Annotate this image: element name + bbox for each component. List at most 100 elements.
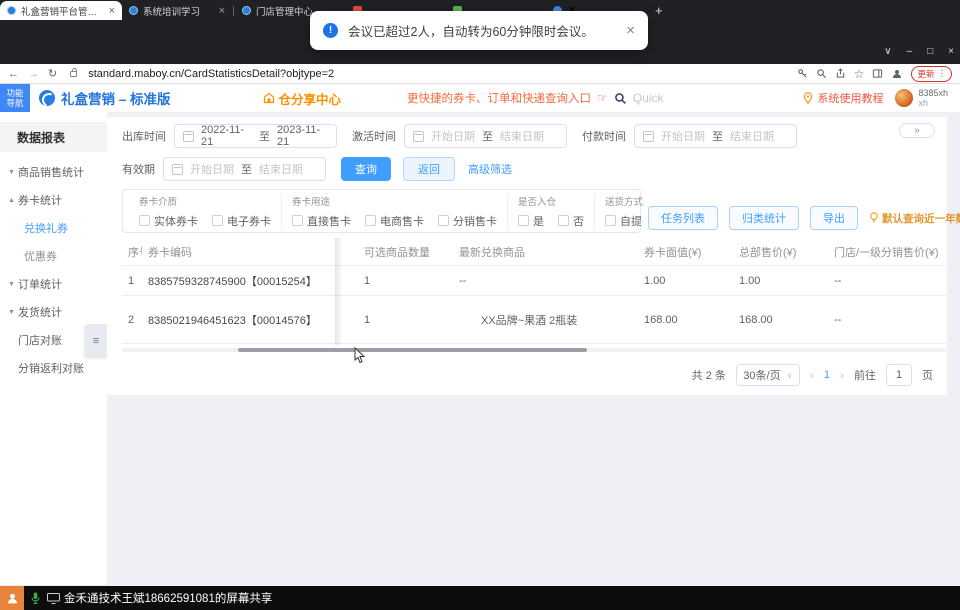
checkbox-icon[interactable] bbox=[558, 215, 569, 226]
share-center-link[interactable]: 仓分享中心 bbox=[263, 89, 341, 108]
date-start-placeholder: 开始日期 bbox=[431, 131, 475, 143]
horizontal-scrollbar[interactable] bbox=[122, 348, 947, 352]
tab-training[interactable]: 系统培训学习 × bbox=[122, 1, 232, 20]
date-start-placeholder: 开始日期 bbox=[661, 131, 705, 143]
back-button[interactable]: 返回 bbox=[403, 157, 455, 181]
quick-entry-text[interactable]: 更快捷的券卡、订单和快递查询入口 bbox=[407, 90, 591, 106]
task-list-button[interactable]: 任务列表 bbox=[648, 206, 718, 230]
date-start-placeholder: 开始日期 bbox=[190, 164, 234, 176]
checkbox-icon[interactable] bbox=[139, 215, 150, 226]
total-count: 共 2 条 bbox=[691, 370, 726, 382]
chrome-update-button[interactable]: 更新 ⋮ bbox=[911, 65, 952, 82]
filter-group-in-warehouse: 是否入仓 是 否 bbox=[507, 193, 594, 229]
checkbox-distribution-sale[interactable]: 分销售卡 bbox=[438, 213, 497, 229]
scrollbar-thumb[interactable] bbox=[238, 348, 587, 352]
new-tab-button[interactable]: + bbox=[655, 3, 663, 18]
back-icon[interactable]: ← bbox=[8, 68, 19, 80]
current-page[interactable]: 1 bbox=[824, 369, 830, 381]
window-maximize-button[interactable]: □ bbox=[927, 46, 933, 57]
date-separator: 至 bbox=[482, 131, 493, 143]
filters-collapse-button[interactable]: » bbox=[899, 123, 935, 138]
side-panel-icon[interactable] bbox=[872, 68, 883, 79]
date-separator: 至 bbox=[712, 131, 723, 143]
tutorial-link[interactable]: 系统使用教程 bbox=[803, 90, 883, 106]
tab-close-icon[interactable]: × bbox=[109, 5, 115, 17]
sidebar-item-gift-coupon[interactable]: 兑换礼券 bbox=[0, 214, 107, 242]
table-row[interactable]: 1 8385759328745900【00015254】 1 -- 1.00 1… bbox=[122, 266, 947, 296]
checkbox-icon[interactable] bbox=[212, 215, 223, 226]
lock-icon[interactable] bbox=[70, 67, 78, 77]
page-size-select[interactable]: 30条/页 ∨ bbox=[735, 364, 800, 386]
checkbox-label: 实体券卡 bbox=[154, 215, 198, 228]
checkbox-icon[interactable] bbox=[438, 215, 449, 226]
sidebar-item-discount-coupon[interactable]: 优惠券 bbox=[0, 242, 107, 270]
advanced-filter-link[interactable]: 高级筛选 bbox=[468, 161, 512, 177]
sidebar-item-shipping-stats[interactable]: ▼ 发货统计 bbox=[0, 298, 107, 326]
profile-icon[interactable] bbox=[891, 68, 903, 80]
sidebar-collapse-handle[interactable]: ≡ bbox=[85, 324, 107, 358]
sidebar-item-order-stats[interactable]: ▼ 订单统计 bbox=[0, 270, 107, 298]
payment-date-range-input[interactable]: 开始日期 至 结束日期 bbox=[634, 124, 797, 148]
category-stats-button[interactable]: 归类统计 bbox=[729, 206, 799, 230]
toast-message: 会议已超过2人，自动转为60分钟限时会议。 bbox=[348, 25, 594, 39]
tab-close-icon[interactable]: × bbox=[219, 5, 225, 17]
checkbox-physical-card[interactable]: 实体券卡 bbox=[139, 213, 198, 229]
search-icon[interactable] bbox=[614, 92, 627, 105]
microphone-icon[interactable] bbox=[30, 592, 41, 605]
window-close-button[interactable]: × bbox=[948, 46, 954, 57]
user-subname: xh bbox=[918, 98, 928, 108]
refresh-icon[interactable]: ↻ bbox=[48, 67, 57, 80]
user-info[interactable]: 8385xh xh bbox=[918, 88, 948, 109]
sidebar-item-label: 商品销售统计 bbox=[18, 167, 84, 179]
col-product-count: 可选商品数量 bbox=[364, 246, 430, 259]
search-button[interactable]: 查询 bbox=[341, 157, 391, 181]
checkbox-self-pickup[interactable]: 自提 bbox=[605, 213, 642, 229]
cell-face-value: 168.00 bbox=[644, 313, 678, 326]
col-face-value: 券卡面值(¥) bbox=[644, 246, 702, 259]
next-page-button[interactable]: › bbox=[840, 368, 844, 382]
checkbox-direct-sale[interactable]: 直接售卡 bbox=[292, 213, 351, 229]
checkbox-yes[interactable]: 是 bbox=[518, 213, 544, 229]
kebab-icon[interactable]: ⋮ bbox=[938, 68, 947, 79]
prev-page-button[interactable]: ‹ bbox=[810, 368, 814, 382]
outbound-date-range-input[interactable]: 2022-11-21 至 2023-11-21 bbox=[174, 124, 337, 148]
quick-search-placeholder[interactable]: Quick bbox=[633, 91, 664, 105]
cell-hq-price: 168.00 bbox=[739, 313, 773, 326]
activate-date-range-input[interactable]: 开始日期 至 结束日期 bbox=[404, 124, 567, 148]
col-seq: 序号 bbox=[128, 246, 142, 259]
share-icon[interactable] bbox=[835, 68, 846, 79]
update-label: 更新 bbox=[917, 68, 935, 79]
url-text[interactable]: standard.maboy.cn/CardStatisticsDetail?o… bbox=[88, 68, 788, 80]
checkbox-label: 分销售卡 bbox=[453, 215, 497, 228]
checkbox-icon[interactable] bbox=[518, 215, 529, 226]
cell-card-code: 8385021946451623【00014576】 bbox=[148, 314, 317, 327]
cell-hq-price: 1.00 bbox=[739, 274, 761, 287]
app-header: 功能 导航 礼盒营销 – 标准版 仓分享中心 更快捷的券卡、订单和快递查询入口 … bbox=[0, 84, 960, 112]
forward-icon[interactable]: → bbox=[28, 68, 39, 80]
avatar[interactable] bbox=[895, 89, 914, 107]
tab-gift-admin[interactable]: 礼盒营销平台管理中心 × bbox=[0, 1, 122, 20]
checkbox-ecommerce-sale[interactable]: 电商售卡 bbox=[365, 213, 424, 229]
tab-search-icon[interactable]: ∨ bbox=[884, 46, 891, 57]
sidebar-item-card-stats[interactable]: ▲ 券卡统计 bbox=[0, 186, 107, 214]
sidebar-item-rebate-reconcile[interactable]: 分销返利对账 bbox=[0, 354, 107, 382]
bookmark-star-icon[interactable]: ☆ bbox=[854, 67, 865, 81]
filter-group-title: 券卡介质 bbox=[139, 196, 178, 208]
function-nav-button[interactable]: 功能 导航 bbox=[0, 84, 30, 112]
page-size-value: 30条/页 bbox=[743, 370, 781, 382]
table-row[interactable]: 2 8385021946451623【00014576】 1 XX品牌~果酒 2… bbox=[122, 296, 947, 344]
window-minimize-button[interactable]: – bbox=[907, 46, 913, 57]
key-icon[interactable] bbox=[797, 68, 808, 79]
validity-date-range-input[interactable]: 开始日期 至 结束日期 bbox=[163, 157, 326, 181]
toast-close-icon[interactable]: × bbox=[626, 22, 635, 39]
sharer-avatar-icon bbox=[0, 586, 24, 610]
checkbox-no[interactable]: 否 bbox=[558, 213, 584, 229]
sidebar-item-product-sales[interactable]: ▼ 商品销售统计 bbox=[0, 158, 107, 186]
checkbox-icon[interactable] bbox=[365, 215, 376, 226]
checkbox-icon[interactable] bbox=[605, 215, 616, 226]
zoom-icon[interactable] bbox=[816, 68, 827, 79]
checkbox-electronic-card[interactable]: 电子券卡 bbox=[212, 213, 271, 229]
goto-page-input[interactable] bbox=[886, 364, 912, 386]
export-button[interactable]: 导出 bbox=[810, 206, 858, 230]
checkbox-icon[interactable] bbox=[292, 215, 303, 226]
